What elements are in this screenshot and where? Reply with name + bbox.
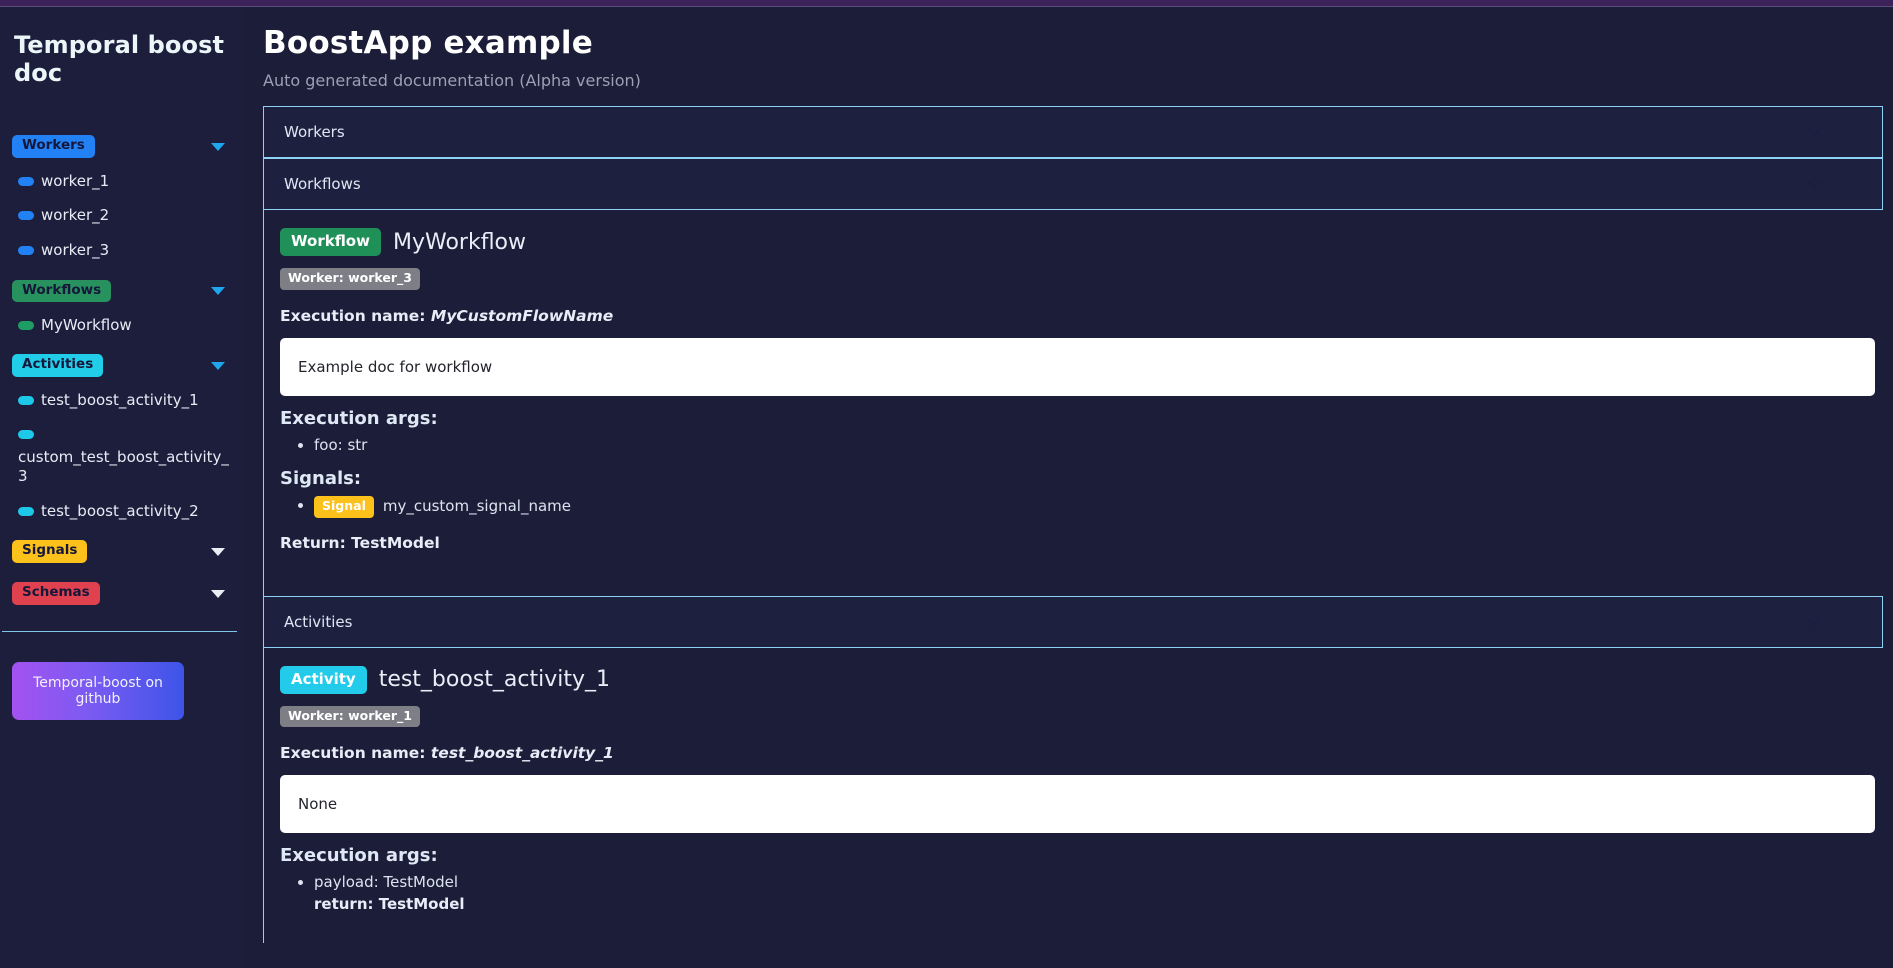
activity-args-heading: Execution args:	[280, 845, 438, 867]
sidebar-title: Temporal boost doc	[14, 31, 225, 88]
activity-type-badge: Activity	[280, 665, 367, 694]
signal-name: my_custom_signal_name	[382, 497, 571, 516]
chevron-down-icon[interactable]	[211, 286, 225, 295]
section-header-activities[interactable]: Activities	[263, 595, 1883, 648]
status-dot-icon	[18, 211, 34, 221]
sidebar-group-workflows[interactable]: Workflows	[0, 276, 245, 306]
chevron-down-icon[interactable]	[211, 361, 225, 370]
section-header-label: Activities	[284, 612, 353, 631]
activity-name: test_boost_activity_1	[378, 667, 610, 693]
sidebar-items-activities: test_boost_activity_1 custom_test_boost_…	[0, 383, 245, 537]
workflow-args-heading: Execution args:	[280, 407, 438, 429]
sidebar-item-test-boost-activity-2[interactable]: test_boost_activity_2	[0, 494, 245, 529]
sidebar-nav: Workers worker_1 worker_2 worker_3 Workf…	[0, 132, 245, 609]
chevron-down-icon[interactable]	[211, 142, 225, 151]
page-subtitle: Auto generated documentation (Alpha vers…	[263, 71, 641, 90]
activity-execution-name-label: Execution name:	[280, 744, 426, 763]
section-header-label: Workflows	[284, 175, 361, 193]
chevron-down-icon[interactable]	[1806, 176, 1822, 192]
sidebar-item-label: test_boost_activity_2	[41, 501, 199, 520]
chevron-down-icon[interactable]	[1806, 124, 1822, 140]
sidebar-group-label-schemas: Schemas	[12, 582, 100, 605]
github-link-button[interactable]: Temporal-boost on github	[12, 661, 184, 720]
status-dot-icon	[18, 176, 34, 186]
sidebar-item-worker-1[interactable]: worker_1	[0, 164, 245, 199]
workflow-signals-heading: Signals:	[280, 468, 362, 490]
sidebar-item-worker-2[interactable]: worker_2	[0, 198, 245, 233]
workflow-args-list: foo: str	[280, 435, 1883, 457]
workflow-execution-name: Execution name: MyCustomFlowName	[280, 307, 1883, 325]
workflow-execution-name-label: Execution name:	[280, 306, 426, 325]
workflow-name: MyWorkflow	[392, 229, 527, 255]
sidebar: Temporal boost doc Workers worker_1 work…	[0, 7, 245, 968]
activity-entity-header: Activity test_boost_activity_1	[280, 665, 1883, 694]
activity-worker-tag: Worker: worker_1	[280, 705, 420, 728]
workflow-entity-card: Workflow MyWorkflow Worker: worker_3 Exe…	[263, 210, 1883, 596]
sidebar-item-label: MyWorkflow	[41, 315, 132, 334]
main-content: BoostApp example Auto generated document…	[245, 7, 1893, 968]
activity-entity-card: Activity test_boost_activity_1 Worker: w…	[263, 647, 1883, 943]
status-dot-icon	[18, 395, 34, 405]
sidebar-item-label: worker_3	[41, 241, 110, 260]
list-item: payload: TestModel return: TestModel	[314, 872, 1883, 916]
sidebar-item-test-boost-activity-1[interactable]: test_boost_activity_1	[0, 383, 245, 418]
sidebar-group-activities[interactable]: Activities	[0, 351, 245, 381]
activity-args-list: payload: TestModel return: TestModel	[280, 872, 1883, 916]
activity-execution-name-value: test_boost_activity_1	[430, 744, 614, 763]
sidebar-group-label-workflows: Workflows	[12, 279, 112, 303]
workflow-return-line: Return: TestModel	[280, 533, 440, 552]
sidebar-group-signals[interactable]: Signals	[0, 537, 245, 567]
activity-execution-name: Execution name: test_boost_activity_1	[280, 744, 1883, 762]
top-accent-bar	[0, 0, 1893, 7]
chevron-down-icon[interactable]	[211, 547, 225, 556]
sidebar-items-workers: worker_1 worker_2 worker_3	[0, 164, 245, 276]
status-dot-icon	[18, 320, 34, 330]
sidebar-item-label: test_boost_activity_1	[41, 390, 199, 409]
workflow-execution-name-value: MyCustomFlowName	[430, 306, 614, 325]
sidebar-item-label: custom_test_boost_activity_3	[18, 448, 229, 486]
list-item: Signal my_custom_signal_name	[314, 495, 1883, 518]
sidebar-footer: Temporal-boost on github	[0, 632, 245, 720]
section-header-label: Workers	[284, 123, 345, 141]
activity-doc-card: None	[280, 775, 1875, 834]
page-title: BoostApp example	[263, 25, 593, 61]
sidebar-group-label-workers: Workers	[12, 135, 95, 158]
sidebar-group-workers[interactable]: Workers	[0, 132, 245, 162]
sidebar-items-workflows: MyWorkflow	[0, 308, 245, 351]
list-item: foo: str	[314, 435, 1883, 457]
sidebar-item-myworkflow[interactable]: MyWorkflow	[0, 308, 245, 343]
section-header-workflows[interactable]: Workflows	[263, 158, 1883, 210]
sidebar-item-label: worker_2	[41, 206, 110, 225]
sidebar-item-label: worker_1	[41, 171, 110, 190]
activity-arg-return: return: TestModel	[314, 895, 465, 914]
status-dot-icon	[18, 246, 34, 256]
workflow-entity-header: Workflow MyWorkflow	[280, 228, 1883, 256]
status-dot-icon	[18, 430, 34, 440]
app-root: Temporal boost doc Workers worker_1 work…	[0, 7, 1893, 968]
activity-arg-payload: payload: TestModel	[314, 873, 459, 892]
sidebar-item-custom-test-boost-activity-3[interactable]: custom_test_boost_activity_3	[0, 417, 245, 494]
sidebar-group-label-activities: Activities	[12, 354, 104, 377]
sidebar-group-label-signals: Signals	[12, 540, 88, 563]
status-dot-icon	[18, 506, 34, 516]
section-header-workers[interactable]: Workers	[263, 106, 1883, 158]
workflow-signals-list: Signal my_custom_signal_name	[280, 495, 1883, 518]
sidebar-group-schemas[interactable]: Schemas	[0, 579, 245, 609]
sidebar-item-worker-3[interactable]: worker_3	[0, 233, 245, 268]
workflow-type-badge: Workflow	[280, 228, 381, 256]
workflow-worker-tag: Worker: worker_3	[280, 268, 420, 290]
signal-badge: Signal	[314, 496, 374, 518]
workflow-doc-card: Example doc for workflow	[280, 337, 1875, 396]
chevron-down-icon[interactable]	[1806, 614, 1822, 630]
chevron-down-icon[interactable]	[211, 589, 225, 598]
